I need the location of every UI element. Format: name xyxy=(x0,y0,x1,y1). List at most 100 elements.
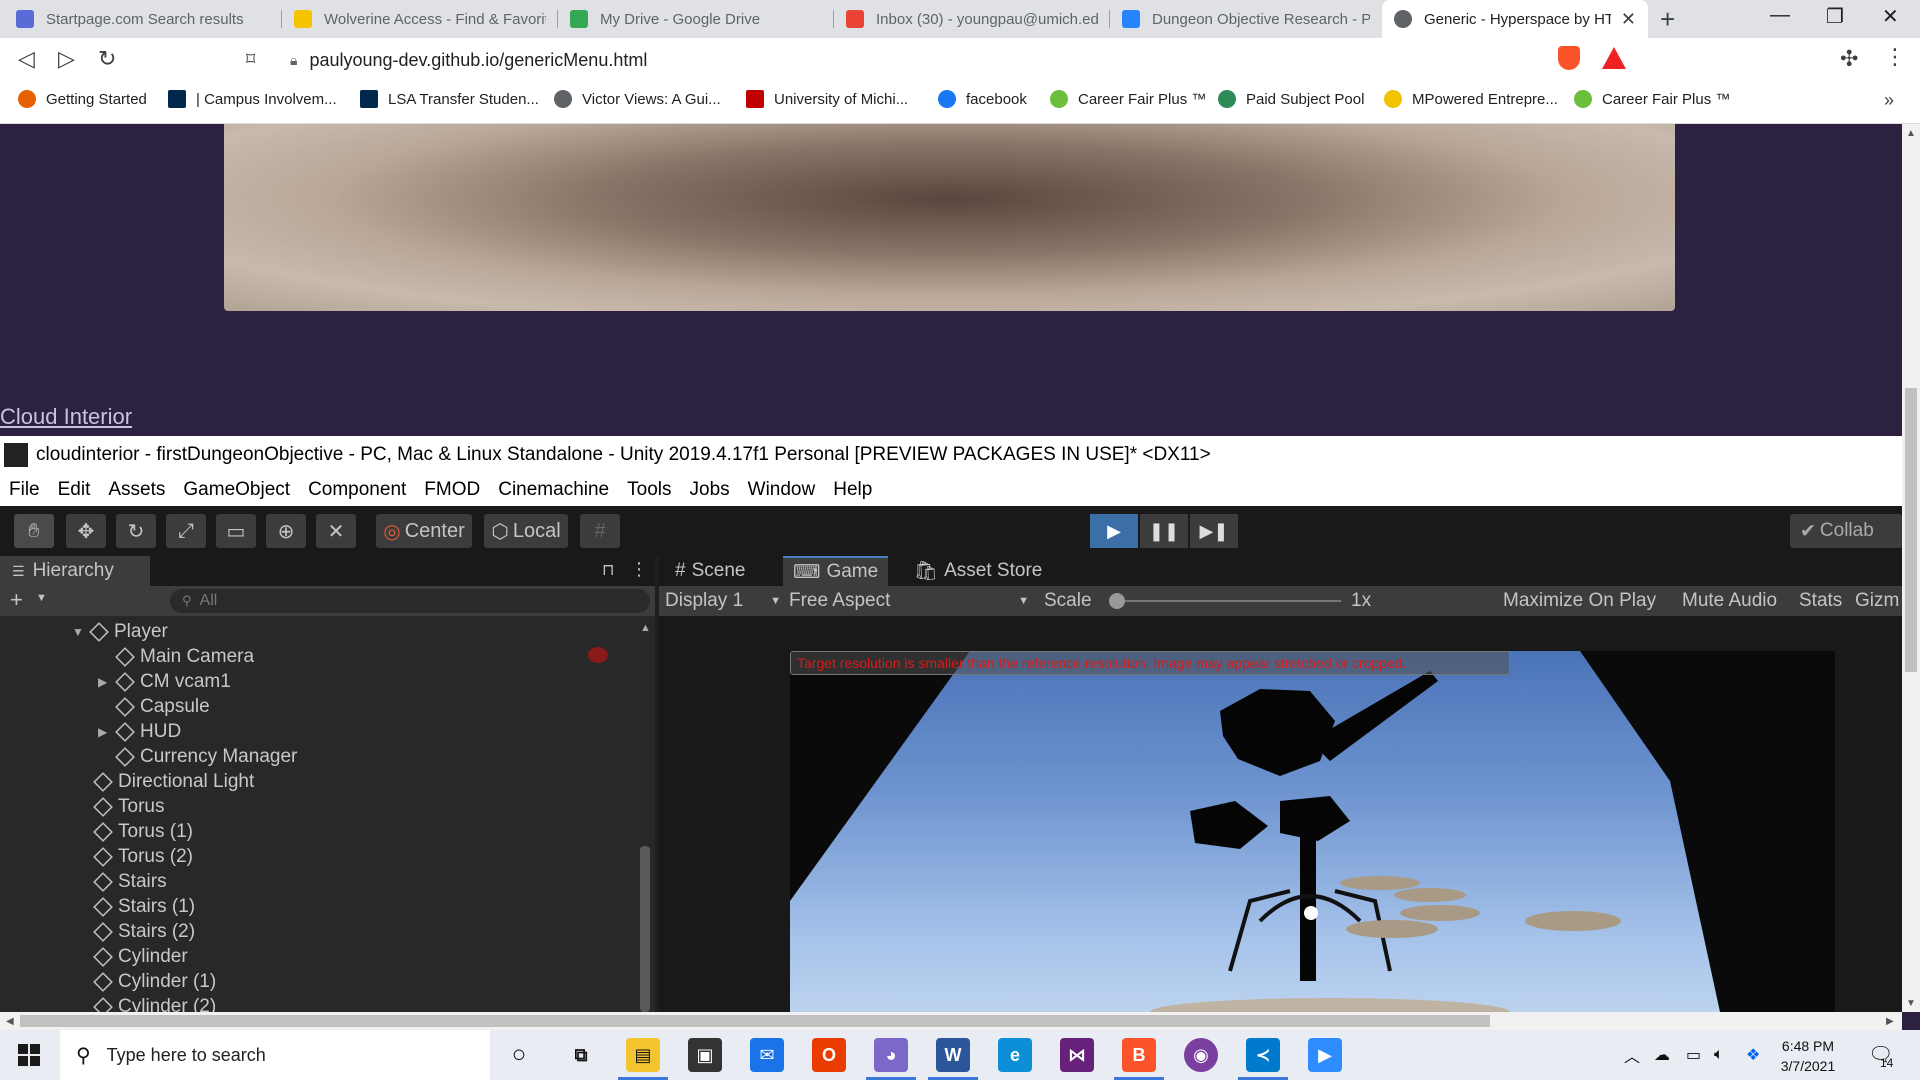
game-view[interactable]: Target resolution is smaller than the re… xyxy=(790,651,1835,1012)
pivot-center-toggle[interactable]: ◎ Center xyxy=(376,514,472,548)
slider-handle[interactable] xyxy=(1109,593,1125,609)
lock-icon[interactable]: ⊓ xyxy=(602,560,614,580)
restore-icon[interactable]: ❐ xyxy=(1826,4,1844,29)
gizmos-toggle[interactable]: Gizm xyxy=(1855,589,1899,613)
more-bookmarks-icon[interactable]: » xyxy=(1884,90,1894,111)
tab-hierarchy[interactable]: ☰ Hierarchy xyxy=(0,556,150,586)
horizontal-scroll-thumb[interactable] xyxy=(20,1015,1490,1027)
scroll-left-icon[interactable]: ◀ xyxy=(6,1016,14,1027)
brave-rewards-icon[interactable] xyxy=(1602,47,1626,69)
bookmark-career-fair-plus[interactable]: Career Fair Plus ™ xyxy=(1050,90,1206,108)
tab-game[interactable]: ⌨︎ Game xyxy=(783,556,889,586)
tab-startpage[interactable]: Startpage.com Search results xyxy=(4,0,280,38)
space-local-toggle[interactable]: ⬡ Local xyxy=(484,514,568,548)
hierarchy-item[interactable]: Torus (1) xyxy=(76,819,193,844)
rect-tool-icon[interactable]: ▭ xyxy=(216,514,256,548)
hierarchy-item[interactable]: ▼ Player xyxy=(72,619,168,644)
vertical-scroll-thumb[interactable] xyxy=(1905,388,1917,672)
mute-audio-toggle[interactable]: Mute Audio xyxy=(1682,589,1777,613)
volume-icon[interactable]: 🔈︎ xyxy=(1714,1030,1724,1080)
extensions-icon[interactable]: ✣ xyxy=(1840,46,1858,72)
hierarchy-item[interactable]: Directional Light xyxy=(76,769,254,794)
menu-component[interactable]: Component xyxy=(308,479,406,501)
scale-tool-icon[interactable]: ⤢ xyxy=(166,514,206,548)
bookmark-university-of-michigan[interactable]: University of Michi... xyxy=(746,90,908,108)
tab-dungeon-objective[interactable]: Dungeon Objective Research - Pro xyxy=(1110,0,1382,38)
visual-studio-icon[interactable]: ⋈ xyxy=(1060,1038,1094,1072)
tab-generic-hyperspace[interactable]: Generic - Hyperspace by HTML ✕ xyxy=(1382,0,1648,38)
display-dropdown[interactable]: Display 1 ▼ xyxy=(665,589,781,613)
hierarchy-item[interactable]: Torus xyxy=(76,794,164,819)
expand-arrow-icon[interactable]: ▼ xyxy=(72,625,86,639)
scroll-up-icon[interactable]: ▲ xyxy=(1906,128,1916,139)
tab-wolverine-access[interactable]: Wolverine Access - Find & Favorite xyxy=(282,0,558,38)
windows-start-icon[interactable] xyxy=(18,1044,40,1066)
hierarchy-item[interactable]: Main Camera xyxy=(98,644,254,669)
bookmark-icon[interactable]: ⌑ xyxy=(246,48,255,70)
panel-menu-icon[interactable]: ⋮ xyxy=(630,559,648,580)
menu-icon[interactable]: ⋮ xyxy=(1884,44,1906,70)
address-bar[interactable]: 🔒︎ paulyoung-dev.github.io/genericMenu.h… xyxy=(290,44,1540,76)
hierarchy-item[interactable]: Cylinder (2) xyxy=(76,994,216,1012)
rotate-tool-icon[interactable]: ↻ xyxy=(116,514,156,548)
chevron-down-icon[interactable]: ▼ xyxy=(36,592,47,604)
expand-arrow-icon[interactable]: ▶ xyxy=(98,675,112,689)
menu-gameobject[interactable]: GameObject xyxy=(183,479,290,501)
cortana-icon[interactable]: ○ xyxy=(502,1038,536,1072)
github-desktop-icon[interactable]: ◉ xyxy=(1184,1038,1218,1072)
word-icon[interactable]: W xyxy=(928,1038,978,1080)
tab-gmail-inbox[interactable]: Inbox (30) - youngpau@umich.edu xyxy=(834,0,1110,38)
scale-slider[interactable] xyxy=(1109,593,1341,609)
office-icon[interactable]: O xyxy=(812,1038,846,1072)
menu-file[interactable]: File xyxy=(9,479,40,501)
show-hidden-icons-icon[interactable]: ︿ xyxy=(1624,1030,1640,1080)
menu-edit[interactable]: Edit xyxy=(58,479,91,501)
hierarchy-item[interactable]: Capsule xyxy=(98,694,210,719)
menu-jobs[interactable]: Jobs xyxy=(690,479,730,501)
close-window-icon[interactable]: ✕ xyxy=(1882,4,1899,29)
collab-button[interactable]: ✔ Collab xyxy=(1790,514,1902,548)
edge-icon[interactable]: e xyxy=(998,1038,1032,1072)
mail-icon[interactable]: ✉ xyxy=(750,1038,784,1072)
bookmark-career-fair-plus-2[interactable]: Career Fair Plus ™ xyxy=(1574,90,1730,108)
tab-scene[interactable]: # Scene xyxy=(665,556,755,586)
maximize-on-play-toggle[interactable]: Maximize On Play xyxy=(1503,589,1656,613)
new-tab-icon[interactable]: + xyxy=(1660,4,1675,35)
transform-tool-icon[interactable]: ⊕ xyxy=(266,514,306,548)
minimize-icon[interactable]: — xyxy=(1770,4,1790,27)
tab-google-drive[interactable]: My Drive - Google Drive xyxy=(558,0,834,38)
zoom-icon[interactable]: ▶ xyxy=(1308,1038,1342,1072)
store-icon[interactable]: ▣ xyxy=(688,1038,722,1072)
bookmark-campus-involvement[interactable]: | Campus Involvem... xyxy=(168,90,337,108)
tab-asset-store[interactable]: 🛍︎ Asset Store xyxy=(904,556,1052,586)
bookmark-mpowered[interactable]: MPowered Entrepre... xyxy=(1384,90,1558,108)
file-explorer-icon[interactable]: ▤ xyxy=(618,1038,668,1080)
bookmark-facebook[interactable]: facebook xyxy=(938,90,1027,108)
bookmark-victor-views[interactable]: Victor Views: A Gui... xyxy=(554,90,721,108)
grid-snap-icon[interactable]: # xyxy=(580,514,620,548)
bookmark-paid-subject-pool[interactable]: Paid Subject Pool xyxy=(1218,90,1364,108)
hierarchy-scrollbar[interactable] xyxy=(640,846,650,1012)
menu-tools[interactable]: Tools xyxy=(627,479,671,501)
menu-window[interactable]: Window xyxy=(748,479,816,501)
hierarchy-item[interactable]: ▶ CM vcam1 xyxy=(98,669,231,694)
aspect-dropdown[interactable]: Free Aspect ▼ xyxy=(789,589,1029,613)
taskbar-clock[interactable]: 6:48 PM 3/7/2021 xyxy=(1758,1036,1858,1076)
hierarchy-search-input[interactable]: ⚲ All xyxy=(170,589,650,613)
hierarchy-item[interactable]: Cylinder (1) xyxy=(76,969,216,994)
bookmark-getting-started[interactable]: Getting Started xyxy=(18,90,147,108)
scroll-right-icon[interactable]: ▶ xyxy=(1886,1016,1894,1027)
menu-assets[interactable]: Assets xyxy=(108,479,165,501)
back-icon[interactable]: ◁ xyxy=(18,48,35,70)
vscode-icon[interactable]: ≺ xyxy=(1238,1038,1288,1080)
bookmark-lsa-transfer[interactable]: LSA Transfer Studen... xyxy=(360,90,539,108)
custom-tool-icon[interactable]: ✕ xyxy=(316,514,356,548)
hierarchy-item[interactable]: Currency Manager xyxy=(98,744,297,769)
brave-shield-icon[interactable] xyxy=(1558,46,1580,70)
hierarchy-item[interactable]: ▶ HUD xyxy=(98,719,181,744)
expand-arrow-icon[interactable]: ▶ xyxy=(98,725,112,739)
discord-icon[interactable]: ◕ xyxy=(866,1038,916,1080)
menu-fmod[interactable]: FMOD xyxy=(424,479,480,501)
menu-cinemachine[interactable]: Cinemachine xyxy=(498,479,609,501)
hierarchy-item[interactable]: Stairs xyxy=(76,869,167,894)
